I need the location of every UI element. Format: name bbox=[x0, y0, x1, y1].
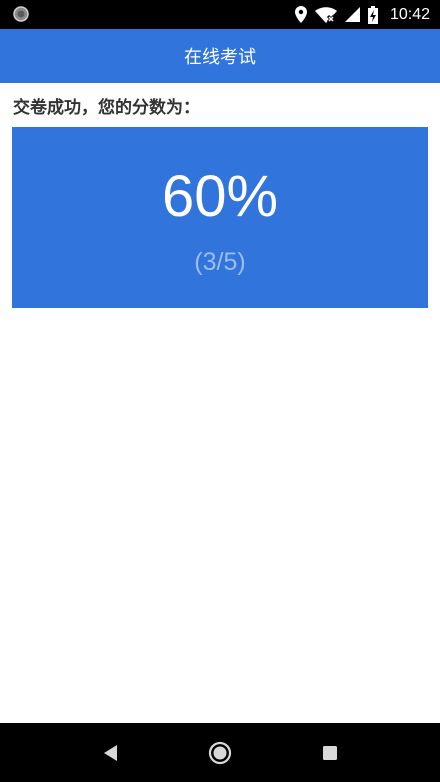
score-fraction: (3/5) bbox=[194, 248, 246, 276]
signal-icon bbox=[344, 7, 360, 22]
score-card: 60% (3/5) bbox=[12, 127, 428, 308]
status-bar: 10:42 bbox=[0, 0, 440, 29]
score-percent: 60% bbox=[161, 164, 279, 229]
page-title: 在线考试 bbox=[184, 47, 256, 68]
home-icon[interactable] bbox=[208, 741, 232, 765]
submit-success-message: 交卷成功，您的分数为： bbox=[13, 98, 200, 118]
location-icon bbox=[294, 6, 307, 23]
back-icon[interactable] bbox=[99, 741, 123, 765]
status-time: 10:42 bbox=[389, 5, 430, 23]
status-icons: 10:42 bbox=[294, 0, 430, 29]
screen: 10:42 在线考试 交卷成功，您的分数为： 60% (3/5) bbox=[0, 0, 440, 782]
recents-icon[interactable] bbox=[318, 741, 342, 765]
battery-charging-icon bbox=[367, 5, 378, 24]
wifi-off-icon bbox=[314, 6, 337, 23]
app-bar: 在线考试 bbox=[0, 29, 440, 83]
navigation-bar bbox=[0, 723, 440, 782]
notification-circle-icon bbox=[13, 6, 29, 22]
